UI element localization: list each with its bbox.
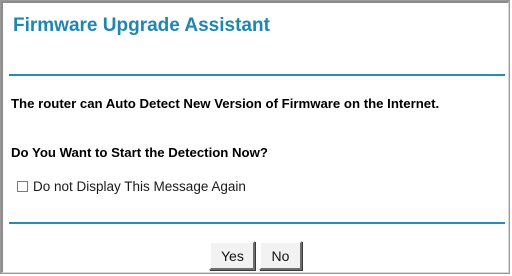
dont-show-again-label: Do not Display This Message Again (33, 179, 246, 194)
divider-top (9, 74, 505, 76)
firmware-dialog: Firmware Upgrade Assistant The router ca… (0, 0, 510, 274)
divider-bottom (9, 222, 505, 224)
no-button[interactable]: No (259, 241, 302, 270)
yes-button[interactable]: Yes (209, 241, 255, 270)
detection-question: Do You Want to Start the Detection Now? (11, 145, 268, 160)
button-row: Yes No (209, 241, 302, 270)
dont-show-again-checkbox[interactable] (17, 181, 28, 192)
dialog-title: Firmware Upgrade Assistant (13, 15, 270, 36)
dont-show-again-row[interactable]: Do not Display This Message Again (17, 179, 246, 194)
detection-message: The router can Auto Detect New Version o… (11, 96, 440, 111)
